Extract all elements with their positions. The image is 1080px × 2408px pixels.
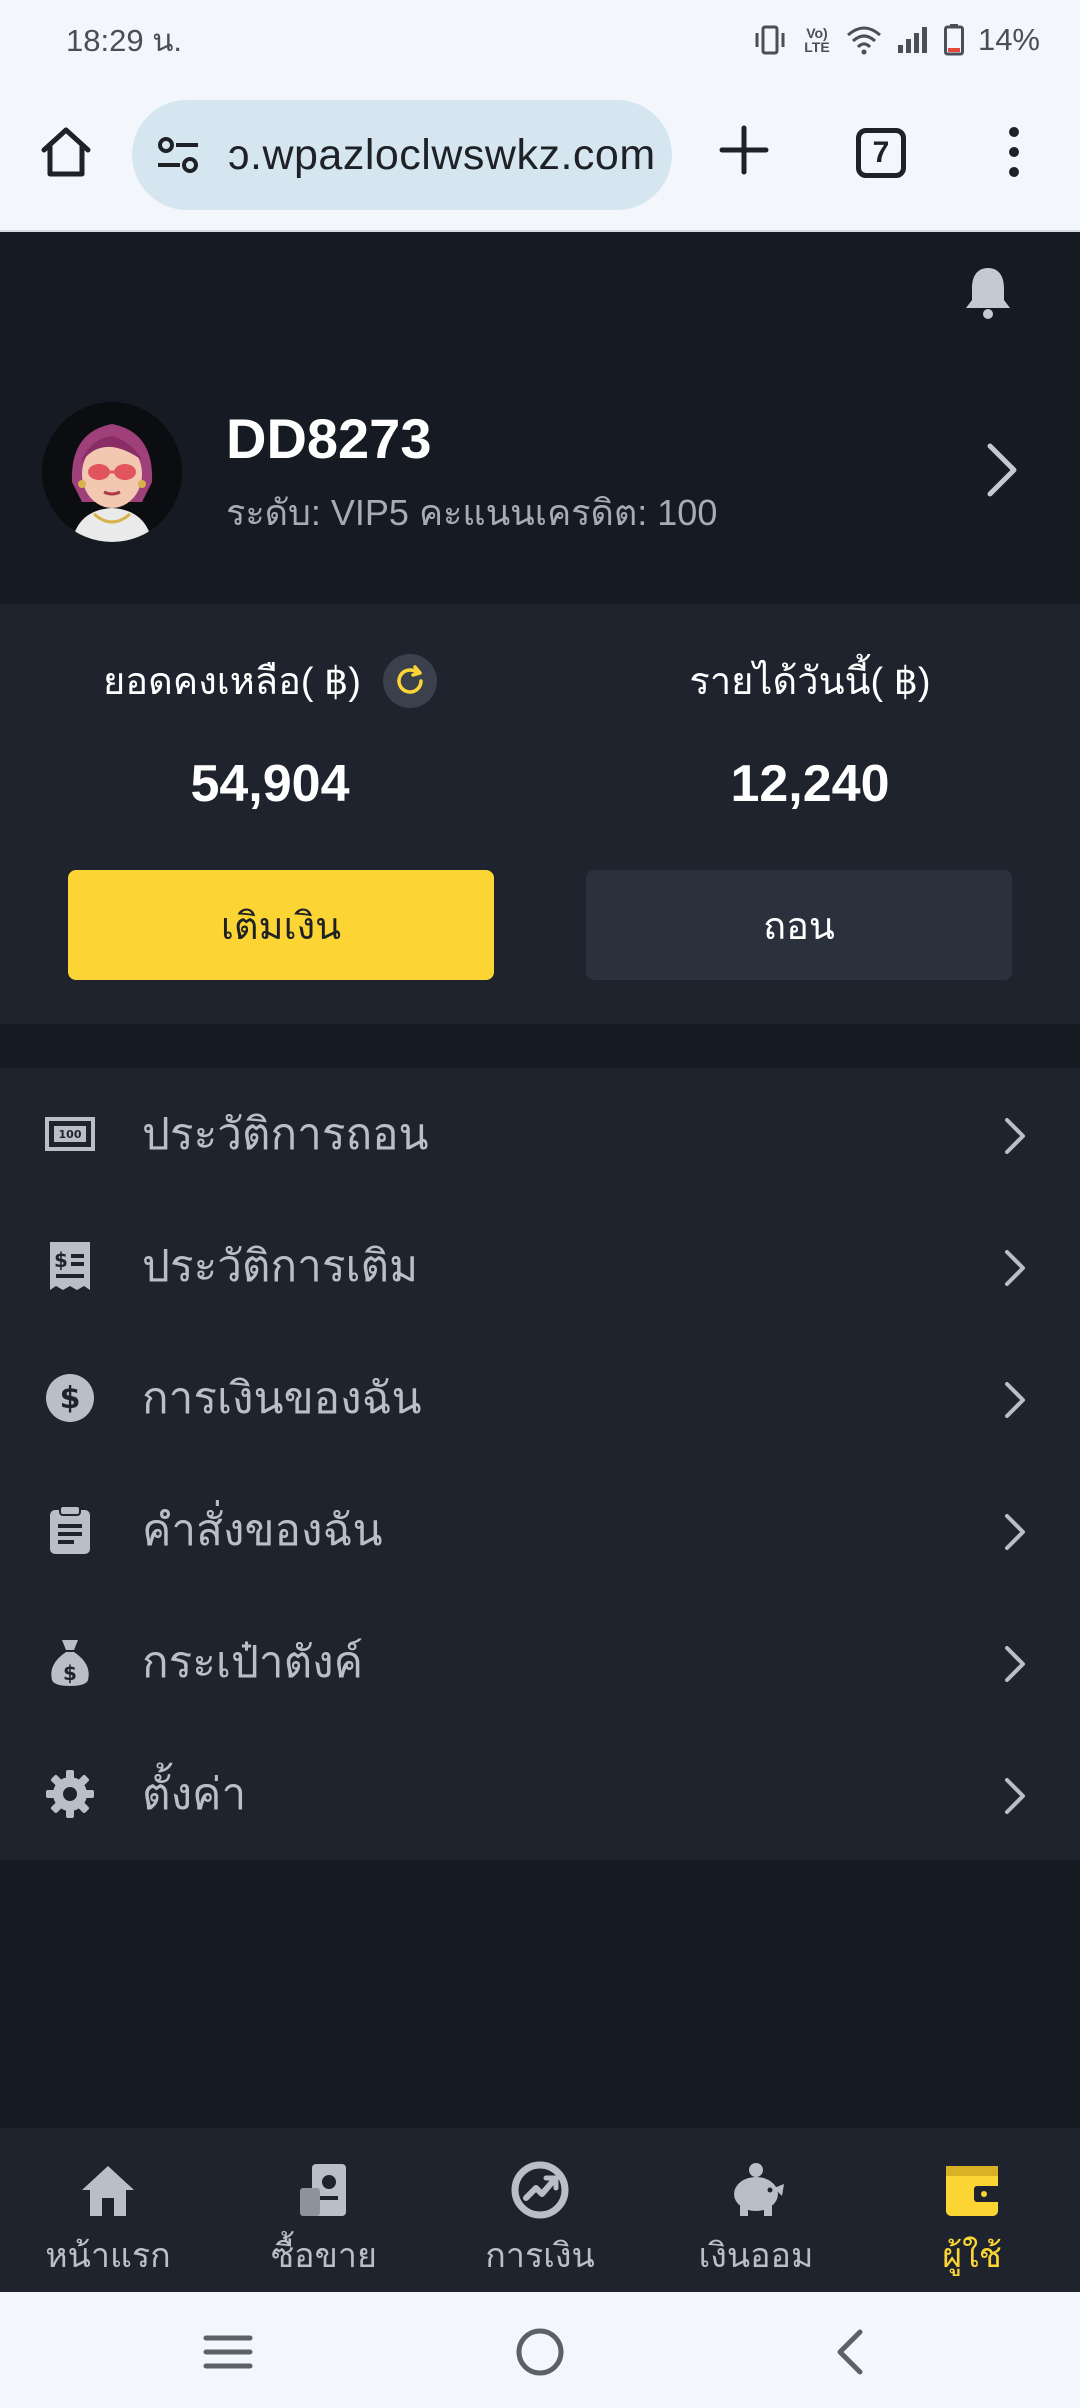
bottom-navigation: หน้าแรก ซื้อขาย การเงิน เงินออม ผู้ใช้ — [0, 2128, 1080, 2292]
tab-switcher-button[interactable]: 7 — [856, 128, 906, 178]
chevron-right-icon — [1005, 1382, 1025, 1418]
username: DD8273 — [226, 407, 432, 470]
back-icon[interactable] — [824, 2324, 880, 2380]
avatar[interactable] — [42, 402, 182, 542]
chevron-right-icon — [1005, 1778, 1025, 1814]
chevron-right-icon — [1005, 1118, 1025, 1154]
nav-home[interactable]: หน้าแรก — [0, 2128, 216, 2292]
nav-savings[interactable]: เงินออม — [648, 2128, 864, 2292]
menu-label: ประวัติการเติม — [142, 1242, 419, 1291]
money-bag-icon: $ — [51, 1640, 89, 1686]
menu-item-settings[interactable]: ตั้งค่า — [0, 1728, 1080, 1860]
wallet-icon — [946, 2166, 1000, 2216]
receipt-icon: $ — [50, 1242, 90, 1290]
dollar-coin-icon: $ — [46, 1374, 94, 1422]
income-label-row: รายได้วันนี้( ฿) — [540, 650, 1080, 711]
avatar-image — [42, 402, 182, 542]
profile-header: DD8273 ระดับ: VIP5 คะแนนเครดิต: 100 — [0, 234, 1080, 604]
deposit-button[interactable]: เติมเงิน — [68, 870, 494, 980]
gear-icon — [46, 1770, 94, 1818]
signal-icon — [897, 27, 927, 53]
income-value: 12,240 — [730, 755, 890, 813]
browser-toolbar: ɔ.wpazloclwswkz.com 7 — [0, 80, 1080, 232]
balance-value: 54,904 — [190, 755, 350, 813]
system-navigation-bar — [0, 2292, 1080, 2408]
svg-text:$: $ — [54, 1248, 68, 1272]
menu-item-withdraw-history[interactable]: 100 ประวัติการถอน — [0, 1068, 1080, 1200]
recent-apps-icon[interactable] — [200, 2324, 256, 2380]
chevron-right-icon — [1005, 1250, 1025, 1286]
chevron-right-icon — [1005, 1514, 1025, 1550]
battery-percent: 14% — [977, 22, 1040, 57]
account-menu: 100 ประวัติการถอน $ ประวัติการเติม $ การ… — [0, 1068, 1080, 1860]
clipboard-icon — [50, 1505, 90, 1554]
chevron-right-icon — [1005, 1646, 1025, 1682]
user-level-credit: ระดับ: VIP5 คะแนนเครดิต: 100 — [226, 492, 718, 533]
nav-label: ผู้ใช้ — [942, 2237, 1002, 2275]
nav-label: ซื้อขาย — [271, 2237, 377, 2275]
site-settings-icon[interactable] — [154, 131, 202, 179]
bell-icon[interactable] — [962, 264, 1014, 320]
menu-label: คำสั่งของฉัน — [142, 1506, 383, 1555]
wifi-icon — [846, 26, 881, 55]
menu-item-deposit-history[interactable]: $ ประวัติการเติม — [0, 1200, 1080, 1332]
menu-label: กระเป๋าตังค์ — [142, 1638, 364, 1687]
balance-card: ยอดคงเหลือ( ฿) 54,904 รายได้วันนี้( ฿) 1… — [0, 604, 1080, 1024]
menu-item-wallet[interactable]: $ กระเป๋าตังค์ — [0, 1596, 1080, 1728]
menu-label: การเงินของฉัน — [142, 1374, 422, 1423]
status-bar: 18:29 น. Vo) LTE 14% — [0, 0, 1080, 80]
trade-icon — [300, 2164, 346, 2216]
svg-text:$: $ — [60, 1381, 81, 1416]
money-bill-icon: 100 — [45, 1117, 95, 1151]
nav-user[interactable]: ผู้ใช้ — [864, 2128, 1080, 2292]
nav-finance[interactable]: การเงิน — [432, 2128, 648, 2292]
url-text: ɔ.wpazloclwswkz.com — [228, 130, 656, 179]
piggy-bank-icon — [734, 2163, 784, 2216]
finance-icon — [511, 2161, 569, 2219]
refresh-button[interactable] — [382, 653, 437, 708]
refresh-icon — [397, 664, 423, 694]
balance-label-row: ยอดคงเหลือ( ฿) — [0, 650, 540, 711]
battery-icon — [943, 24, 964, 56]
address-bar[interactable]: ɔ.wpazloclwswkz.com — [132, 100, 672, 210]
menu-label: ประวัติการถอน — [142, 1110, 429, 1159]
balance-label: ยอดคงเหลือ( ฿) — [103, 661, 361, 703]
menu-label: ตั้งค่า — [142, 1770, 247, 1819]
vibrate-icon — [755, 25, 785, 55]
status-icons: Vo) LTE 14% — [752, 22, 1040, 58]
nav-label: เงินออม — [698, 2237, 814, 2275]
status-time: 18:29 น. — [66, 23, 182, 58]
home-circle-icon[interactable] — [512, 2324, 568, 2380]
chevron-right-icon[interactable] — [982, 440, 1022, 500]
income-label: รายได้วันนี้( ฿) — [689, 661, 931, 703]
home-icon — [82, 2166, 134, 2216]
nav-trade[interactable]: ซื้อขาย — [216, 2128, 432, 2292]
svg-text:100: 100 — [59, 1128, 82, 1141]
nav-label: การเงิน — [485, 2237, 595, 2275]
svg-text:$: $ — [63, 1661, 77, 1685]
menu-item-my-orders[interactable]: คำสั่งของฉัน — [0, 1464, 1080, 1596]
new-tab-icon[interactable] — [718, 124, 770, 176]
home-icon[interactable] — [38, 124, 94, 180]
more-options-icon[interactable] — [1000, 124, 1028, 180]
volte-icon: Vo) LTE — [804, 25, 830, 55]
nav-label: หน้าแรก — [45, 2237, 171, 2275]
menu-item-my-finance[interactable]: $ การเงินของฉัน — [0, 1332, 1080, 1464]
withdraw-button[interactable]: ถอน — [586, 870, 1012, 980]
